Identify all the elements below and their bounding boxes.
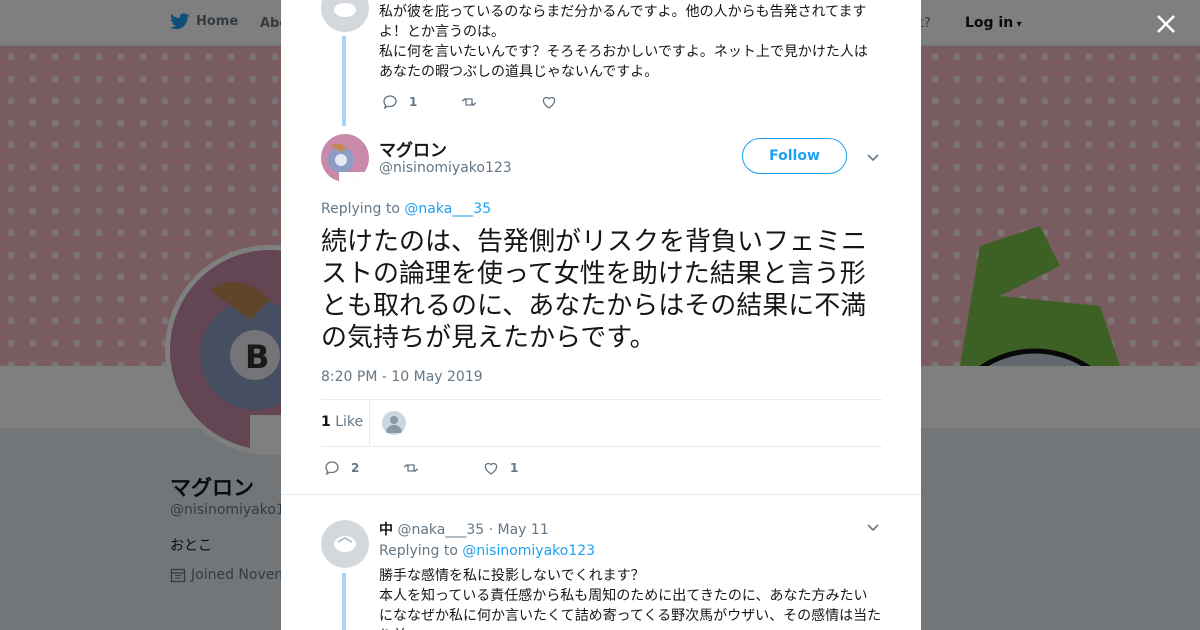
thread-connector-line (342, 36, 346, 126)
replying-handle-link[interactable]: @naka___35 (404, 201, 491, 217)
avatar-image (321, 134, 369, 182)
stat-separator (369, 400, 370, 446)
main-tweet-timestamp[interactable]: 8:20 PM - 10 May 2019 (321, 369, 483, 385)
main-retweet-button[interactable] (402, 459, 430, 477)
heart-icon (484, 462, 498, 475)
close-icon[interactable] (1152, 10, 1180, 38)
divider (321, 399, 882, 400)
likes-stat-label: Like (335, 414, 364, 430)
main-author-name[interactable]: マグロン (379, 136, 447, 161)
replying-prefix: Replying to (379, 543, 458, 559)
main-tweet-avatar[interactable] (321, 134, 369, 182)
heart-icon (542, 96, 556, 109)
tweet-modal: 私が彼を庇っているのならまだ分かるんですよ。他の人からも告発されてます よ！とか… (281, 0, 921, 630)
prev-tweet-text: 私が彼を庇っているのならまだ分かるんですよ。他の人からも告発されてます よ！とか… (379, 4, 868, 80)
main-like-button[interactable]: 1 (482, 459, 518, 477)
main-tweet-text: 続けたのは、告発側がリスクを背負いフェミニストの論理を使って女性を助けた結果と言… (321, 227, 868, 353)
reply-author-name[interactable]: 中 (379, 522, 393, 538)
reply-tweet-text: 勝手な感情を私に投影しないでくれます？ 本人を知っている責任感から私も周知のため… (379, 568, 882, 630)
chevron-down-icon[interactable] (866, 520, 880, 534)
prev-retweet-button[interactable] (460, 93, 488, 111)
likes-stat[interactable]: 1 Like (321, 414, 363, 430)
main-replying-to: Replying to @naka___35 (321, 201, 491, 217)
reply-author-handle[interactable]: @naka___35 (397, 522, 484, 538)
retweet-icon (403, 464, 419, 472)
likes-stat-count: 1 (321, 414, 331, 430)
thread-connector-line (342, 573, 346, 630)
reply-header: 中 @naka___35 · May 11 (379, 519, 549, 539)
prev-tweet-avatar[interactable] (321, 0, 369, 32)
liker-avatar[interactable] (382, 411, 406, 435)
prev-like-button[interactable] (540, 93, 568, 111)
avatar-image (321, 0, 369, 32)
retweet-icon (461, 98, 477, 106)
reply-icon (383, 95, 397, 110)
reply-icon (325, 461, 339, 476)
reply-tweet-avatar[interactable] (321, 520, 369, 568)
replying-handle-link[interactable]: @nisinomiyako123 (462, 543, 595, 559)
avatar-image (321, 520, 369, 568)
chevron-down-icon[interactable] (866, 150, 880, 164)
main-reply-button[interactable]: 2 (323, 459, 359, 477)
replying-prefix: Replying to (321, 201, 400, 217)
prev-reply-count: 1 (409, 95, 418, 109)
main-author-handle[interactable]: @nisinomiyako123 (379, 160, 512, 176)
main-reply-count: 2 (351, 461, 360, 475)
follow-button[interactable]: Follow (742, 138, 847, 174)
prev-reply-button[interactable]: 1 (381, 93, 417, 111)
divider (321, 446, 882, 447)
main-like-count: 1 (510, 461, 519, 475)
section-separator (281, 494, 921, 495)
reply-date[interactable]: · May 11 (489, 522, 549, 538)
reply-replying-to: Replying to @nisinomiyako123 (379, 543, 595, 559)
default-user-icon (386, 416, 402, 433)
